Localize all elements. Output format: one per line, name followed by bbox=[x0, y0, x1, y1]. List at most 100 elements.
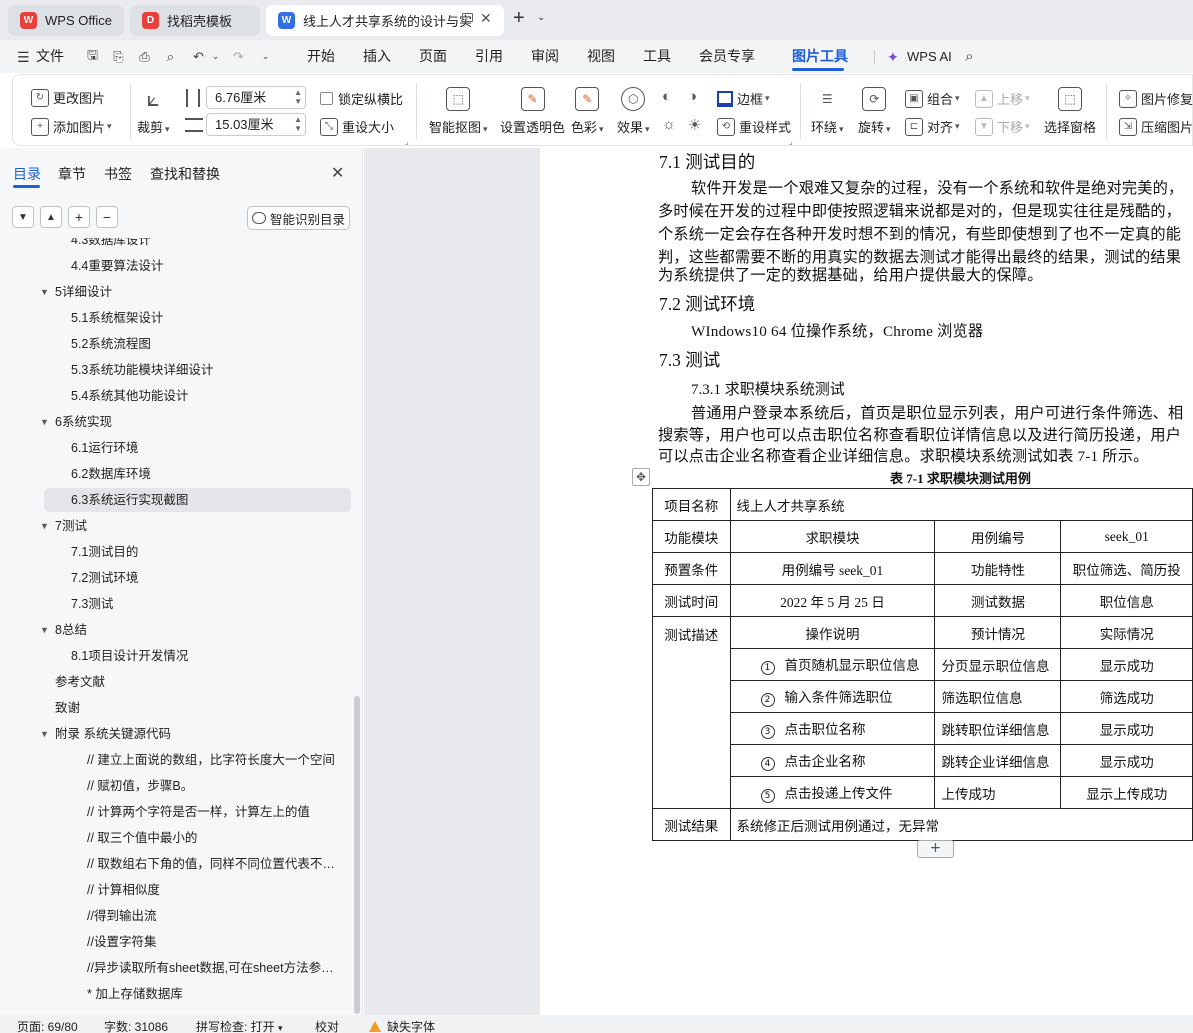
expand-toggle-icon[interactable]: ▼ bbox=[40, 410, 49, 434]
toc-item[interactable]: 7.1测试目的 bbox=[0, 540, 355, 564]
toc-item[interactable]: //异步读取所有sheet数据,可在sheet方法参数 ... bbox=[0, 956, 355, 980]
tab-document[interactable]: W 线上人才共享系统的设计与实 ✕ bbox=[266, 5, 504, 36]
toc-item[interactable]: // 取三个值中最小的 bbox=[0, 826, 355, 850]
spinner-arrows-icon[interactable]: ▲ ▼ bbox=[294, 115, 302, 133]
menu-references[interactable]: 引用 bbox=[475, 40, 503, 73]
selection-pane-button[interactable]: ⬚ 选择窗格 bbox=[1044, 87, 1096, 136]
toc-item[interactable]: 4.3数据库设计 bbox=[0, 238, 355, 252]
close-icon[interactable]: ✕ bbox=[331, 163, 344, 183]
border-button[interactable]: 边框 ▾ bbox=[717, 89, 770, 108]
crop-button[interactable]: ⟀ 裁剪 ▾ bbox=[137, 86, 170, 136]
table-move-handle-icon[interactable]: ✥ bbox=[632, 468, 650, 486]
expand-toggle-icon[interactable]: ▼ bbox=[40, 618, 49, 642]
print-icon[interactable]: ⎙ bbox=[136, 48, 153, 65]
tab-wps-office[interactable]: W WPS Office bbox=[8, 5, 124, 36]
change-image-button[interactable]: ↻ 更改图片 bbox=[31, 88, 105, 107]
align-button[interactable]: ⊏ 对齐 ▾ bbox=[905, 117, 960, 136]
hamburger-icon[interactable]: ☰ bbox=[17, 49, 30, 66]
rotate-button[interactable]: ⟳ 旋转 ▾ bbox=[858, 87, 891, 136]
contrast-icon[interactable]: ◑ bbox=[688, 88, 697, 105]
missing-font-button[interactable]: 缺失字体 bbox=[369, 1018, 435, 1033]
menu-review[interactable]: 审阅 bbox=[531, 40, 559, 73]
expand-toggle-icon[interactable]: ▼ bbox=[40, 280, 49, 304]
toc-item[interactable]: 5.3系统功能模块详细设计 bbox=[0, 358, 355, 382]
brightness-down-icon[interactable]: ☼ bbox=[662, 116, 676, 133]
height-input[interactable]: 15.03厘米 ▲ ▼ bbox=[206, 113, 306, 136]
toc-item[interactable]: ▼ 6系统实现 bbox=[0, 410, 355, 434]
toc-item[interactable]: 6.3系统运行实现截图 bbox=[44, 488, 351, 512]
toc-item[interactable]: 4.4重要算法设计 bbox=[0, 254, 355, 278]
toc-item[interactable]: ▼ 附录 系统关键源代码 bbox=[0, 722, 355, 746]
nav-tab-sections[interactable]: 章节 bbox=[58, 164, 86, 184]
toc-item[interactable]: * 加上存储数据库 bbox=[0, 982, 355, 1006]
menu-view[interactable]: 视图 bbox=[587, 40, 615, 73]
proofread-button[interactable]: 校对 bbox=[315, 1018, 339, 1033]
search-icon[interactable]: ⌕ bbox=[961, 48, 978, 65]
menu-file[interactable]: 文件 bbox=[36, 40, 64, 73]
toc-item[interactable]: 6.1运行环境 bbox=[0, 436, 355, 460]
nav-tab-bookmarks[interactable]: 书签 bbox=[104, 164, 132, 184]
toc-item[interactable]: 7.3测试 bbox=[0, 592, 355, 616]
monitor-icon[interactable] bbox=[462, 13, 473, 22]
chevron-down-icon[interactable]: ⌄ bbox=[537, 12, 545, 23]
expand-toggle-icon[interactable]: ▼ bbox=[40, 722, 49, 746]
toc-item[interactable]: 5.4系统其他功能设计 bbox=[0, 384, 355, 408]
chevron-down-icon[interactable]: ⌄ bbox=[207, 48, 224, 65]
toc-item[interactable]: 7.2测试环境 bbox=[0, 566, 355, 590]
nav-tab-toc[interactable]: 目录 bbox=[13, 164, 41, 184]
compress-image-button[interactable]: ⇲ 压缩图片 bbox=[1119, 117, 1193, 136]
save-icon[interactable]: 🖫 bbox=[84, 47, 101, 65]
toc-item[interactable]: ▼ 7测试 bbox=[0, 514, 355, 538]
menu-tools[interactable]: 工具 bbox=[643, 40, 671, 73]
spinner-arrows-icon[interactable]: ▲ ▼ bbox=[294, 88, 302, 106]
tab-docer-templates[interactable]: D 找稻壳模板 bbox=[130, 5, 260, 36]
toc-item[interactable]: //设置字符集 bbox=[0, 930, 355, 954]
brightness-up-icon[interactable]: ◐ bbox=[662, 88, 671, 105]
set-transparent-button[interactable]: ✎ 设置透明色 bbox=[500, 87, 565, 136]
toc-item[interactable]: // 建立上面说的数组，比字符长度大一个空间 bbox=[0, 748, 355, 772]
word-count[interactable]: 字数: 31086 bbox=[104, 1018, 168, 1033]
print-preview-icon[interactable]: ⌕ bbox=[162, 48, 179, 65]
toc-item[interactable]: 8.1项目设计开发情况 bbox=[0, 644, 355, 668]
add-heading-button[interactable]: + bbox=[68, 206, 90, 228]
expand-toggle-icon[interactable]: ▼ bbox=[40, 514, 49, 538]
toc-item[interactable]: 5.2系统流程图 bbox=[0, 332, 355, 356]
group-button[interactable]: ▣ 组合 ▾ bbox=[905, 89, 960, 108]
reset-style-button[interactable]: ⟲ 重设样式 bbox=[717, 117, 791, 136]
bring-forward-button[interactable]: ▲ 上移 ▾ bbox=[975, 89, 1030, 108]
spell-check-toggle[interactable]: 拼写检查: 打开 ▾ bbox=[196, 1018, 283, 1033]
menu-member[interactable]: 会员专享 bbox=[699, 40, 755, 73]
toc-item[interactable]: // 取数组右下角的值，同样不同位置代表不同 ... bbox=[0, 852, 355, 876]
close-icon[interactable]: ✕ bbox=[480, 10, 492, 27]
toc-item[interactable]: // 计算相似度 bbox=[0, 878, 355, 902]
toc-item[interactable]: // 赋初值，步骤B。 bbox=[0, 774, 355, 798]
page-indicator[interactable]: 页面: 69/80 bbox=[17, 1018, 78, 1033]
lock-ratio-checkbox[interactable]: 锁定纵横比 bbox=[320, 89, 403, 108]
wrap-button[interactable]: ☰ 环绕 ▾ bbox=[811, 87, 844, 136]
smart-cutout-button[interactable]: ⬚ 智能抠图 ▾ bbox=[429, 87, 488, 136]
collapse-all-button[interactable]: ▲ bbox=[40, 206, 62, 228]
color-button[interactable]: ✎ 色彩 ▾ bbox=[571, 87, 604, 136]
nav-tab-find-replace[interactable]: 查找和替换 bbox=[150, 164, 220, 184]
toc-item[interactable]: 参考文献 bbox=[0, 670, 355, 694]
add-image-button[interactable]: + 添加图片 ▾ bbox=[31, 117, 112, 136]
redo-icon[interactable]: ↷ bbox=[230, 48, 247, 65]
toc-item[interactable]: 致谢 bbox=[0, 696, 355, 720]
menu-insert[interactable]: 插入 bbox=[363, 40, 391, 73]
chevron-down-icon[interactable]: ⌄ bbox=[257, 48, 274, 65]
effects-button[interactable]: ⬡ 效果 ▾ bbox=[617, 87, 650, 136]
smart-toc-button[interactable]: 智能识别目录 bbox=[247, 206, 350, 230]
toc-scrollbar[interactable] bbox=[354, 696, 360, 1014]
export-icon[interactable]: ⎘ bbox=[110, 48, 127, 65]
expand-all-button[interactable]: ▼ bbox=[12, 206, 34, 228]
toc-item[interactable]: //得到输出流 bbox=[0, 904, 355, 928]
menu-wps-ai[interactable]: WPS AI bbox=[907, 40, 952, 73]
toc-item[interactable]: ▼ 8总结 bbox=[0, 618, 355, 642]
width-input[interactable]: 6.76厘米 ▲ ▼ bbox=[206, 86, 306, 109]
remove-heading-button[interactable]: − bbox=[96, 206, 118, 228]
toc-item[interactable]: 6.2数据库环境 bbox=[0, 462, 355, 486]
menu-page[interactable]: 页面 bbox=[419, 40, 447, 73]
dialog-launcher-icon[interactable]: ⌟ bbox=[405, 137, 409, 146]
checkbox-box[interactable] bbox=[320, 92, 333, 105]
toc-item[interactable]: ▼ 5详细设计 bbox=[0, 280, 355, 304]
